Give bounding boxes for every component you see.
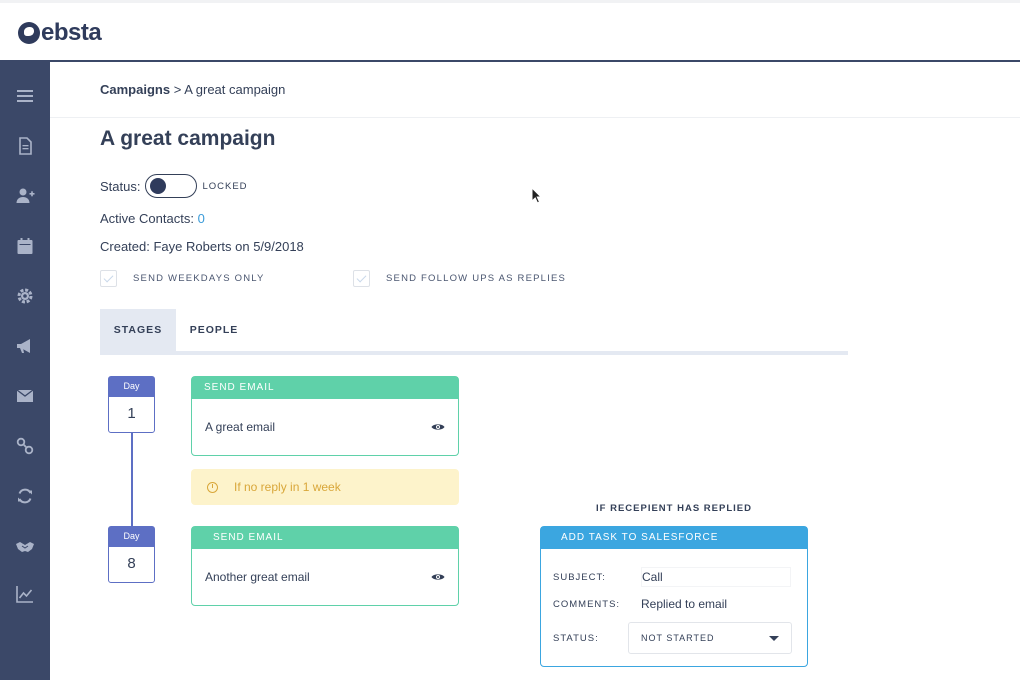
brand-logo[interactable]: ebsta: [18, 19, 102, 47]
send-email-step-1[interactable]: SEND EMAIL A great email: [191, 376, 459, 456]
option-replies: SEND FOLLOW UPS AS REPLIES: [353, 270, 566, 287]
add-user-icon[interactable]: [14, 185, 36, 207]
weekdays-label: SEND WEEKDAYS ONLY: [133, 273, 265, 284]
chevron-down-icon: [769, 635, 779, 641]
eye-icon[interactable]: [431, 572, 445, 582]
handshake-icon[interactable]: [14, 535, 36, 557]
created-info: Created: Faye Roberts on 5/9/2018: [100, 239, 304, 254]
comments-label: COMMENTS:: [553, 598, 621, 610]
wait-text: If no reply in 1 week: [234, 480, 341, 494]
megaphone-icon[interactable]: [14, 335, 36, 357]
task-action: ADD TASK TO SALESFORCE: [541, 527, 807, 549]
send-email-step-2[interactable]: SEND EMAIL Another great email: [191, 526, 459, 606]
top-bar: ebsta: [0, 0, 1020, 62]
task-status-select[interactable]: NOT STARTED: [628, 622, 792, 654]
day-marker-8: Day 8: [108, 526, 155, 583]
replies-checkbox[interactable]: [353, 270, 370, 287]
status-row: Status: LOCKED: [100, 174, 248, 198]
step-body: A great email: [192, 399, 458, 454]
breadcrumb-separator: >: [173, 82, 182, 97]
subject-input[interactable]: Call: [641, 567, 791, 587]
weekdays-checkbox[interactable]: [100, 270, 117, 287]
status-task-row: STATUS: NOT STARTED: [553, 622, 792, 654]
toggle-knob: [150, 178, 167, 194]
mouse-cursor-icon: [531, 187, 543, 204]
step-action: SEND EMAIL: [192, 377, 458, 399]
active-contacts-label: Active Contacts:: [100, 211, 194, 226]
active-contacts-count[interactable]: 0: [198, 211, 205, 226]
day-marker-1: Day 1: [108, 376, 155, 433]
clock-icon: [207, 481, 218, 493]
breadcrumb-current: A great campaign: [184, 82, 286, 97]
logo-globe-icon: [18, 22, 40, 44]
menu-icon[interactable]: [14, 85, 36, 107]
salesforce-task-card[interactable]: ADD TASK TO SALESFORCE SUBJECT: Call COM…: [540, 526, 808, 667]
comments-value[interactable]: Replied to email: [641, 597, 727, 611]
sidebar: [0, 62, 50, 680]
tab-bar: STAGES PEOPLE: [100, 309, 848, 355]
tab-stages[interactable]: STAGES: [100, 309, 176, 351]
breadcrumb: Campaigns > A great campaign: [100, 82, 285, 97]
brand-name: ebsta: [41, 19, 102, 46]
subject-row: SUBJECT: Call: [553, 567, 791, 587]
header-divider: [50, 117, 1020, 118]
chart-icon[interactable]: [14, 583, 36, 605]
day-label: Day: [109, 377, 154, 397]
step-action: SEND EMAIL: [192, 527, 458, 549]
status-label: Status:: [100, 178, 141, 194]
tab-people[interactable]: PEOPLE: [176, 309, 252, 351]
gear-icon[interactable]: [14, 285, 36, 307]
link-icon[interactable]: [14, 435, 36, 457]
envelope-icon[interactable]: [14, 385, 36, 407]
document-icon[interactable]: [14, 135, 36, 157]
email-name: A great email: [205, 419, 276, 434]
timeline-connector: [131, 433, 133, 526]
wait-condition[interactable]: If no reply in 1 week: [191, 469, 459, 505]
day-number: 8: [127, 555, 136, 572]
calendar-icon[interactable]: [14, 235, 36, 257]
breadcrumb-campaigns-link[interactable]: Campaigns: [100, 82, 170, 97]
eye-icon[interactable]: [431, 422, 445, 432]
active-contacts: Active Contacts: 0: [100, 211, 205, 226]
comments-row: COMMENTS: Replied to email: [553, 597, 727, 611]
refresh-icon[interactable]: [14, 485, 36, 507]
page-title: A great campaign: [100, 127, 276, 150]
day-number: 1: [127, 405, 136, 422]
status-value: LOCKED: [202, 180, 248, 192]
day-label: Day: [109, 527, 154, 547]
email-name: Another great email: [205, 569, 310, 584]
task-status-value: NOT STARTED: [641, 633, 715, 643]
status-toggle[interactable]: [145, 174, 198, 198]
step-body: Another great email: [192, 549, 458, 604]
subject-label: SUBJECT:: [553, 571, 606, 583]
branch-condition: IF RECEPIENT HAS REPLIED: [596, 503, 752, 514]
replies-label: SEND FOLLOW UPS AS REPLIES: [386, 273, 567, 284]
option-weekdays: SEND WEEKDAYS ONLY: [100, 270, 265, 287]
